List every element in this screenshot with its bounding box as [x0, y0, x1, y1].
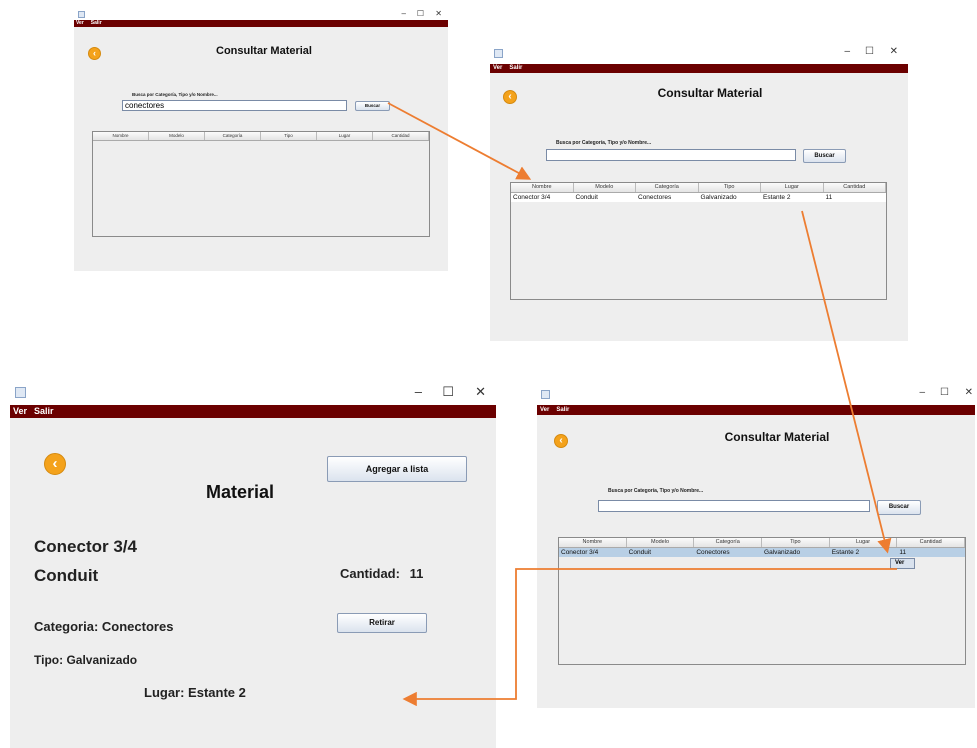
arrow-search-to-results: [387, 102, 532, 180]
flow-arrows: [387, 102, 897, 707]
arrow-results-to-selected: [801, 210, 892, 554]
arrow-selected-to-detail: [402, 568, 897, 707]
